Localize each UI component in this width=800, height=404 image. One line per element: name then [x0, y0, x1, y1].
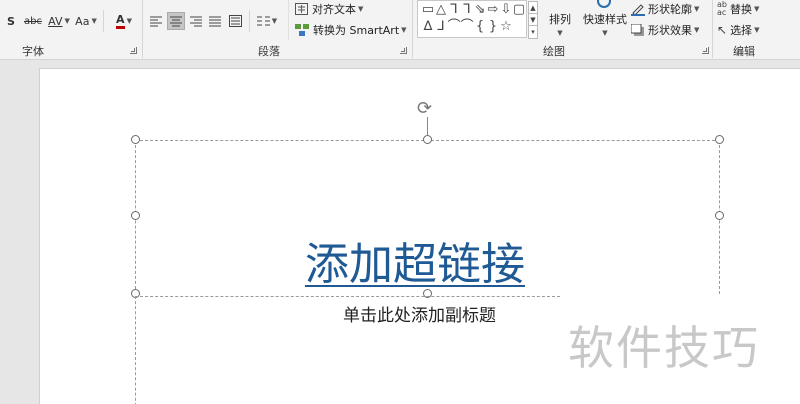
chevron-down-icon: ▼: [358, 5, 364, 13]
chevron-down-icon: ▼: [64, 17, 70, 25]
shape-gallery-item[interactable]: ☆: [499, 20, 513, 34]
character-spacing-button[interactable]: AV ▼: [46, 12, 72, 30]
subtitle-placeholder[interactable]: 单击此处添加副标题: [343, 301, 496, 326]
shape-gallery-item[interactable]: ⅂: [447, 3, 461, 17]
resize-handle-top-left[interactable]: [131, 135, 140, 144]
resize-handle-left[interactable]: [131, 211, 140, 220]
shape-gallery-item[interactable]: ⌒: [460, 20, 474, 34]
divider: [288, 0, 289, 40]
gallery-more-button[interactable]: ▾: [528, 25, 538, 39]
smartart-icon: [295, 24, 309, 36]
paragraph-dialog-launcher-icon[interactable]: [400, 47, 407, 54]
replace-button[interactable]: ab ac 替换 ▼: [717, 1, 759, 17]
change-case-button[interactable]: Aa ▼: [73, 12, 99, 30]
shape-gallery-item[interactable]: ⅃: [434, 20, 448, 34]
quick-styles-button[interactable]: 快速样式 ▼: [583, 11, 627, 37]
drawing-group-label: 绘图: [543, 45, 565, 58]
font-color-button[interactable]: A ▼: [110, 12, 138, 30]
shape-effects-label: 形状效果: [648, 24, 692, 37]
shape-effects-icon: [631, 23, 644, 36]
text-shadow-button[interactable]: S: [4, 12, 18, 30]
shape-outline-label: 形状轮廓: [648, 3, 692, 16]
chevron-down-icon: ▼: [557, 29, 563, 37]
shape-gallery-item[interactable]: ⇩: [499, 3, 513, 17]
shape-gallery-item[interactable]: ∆: [421, 20, 435, 34]
shadow-icon: S: [7, 14, 15, 28]
align-center-icon: [170, 16, 182, 26]
select-button[interactable]: ↖ 选择 ▼: [717, 22, 759, 38]
chevron-down-icon: ▼: [401, 26, 407, 34]
shape-gallery-item[interactable]: ⌒: [447, 20, 461, 34]
chevron-down-icon: ▼: [754, 26, 760, 34]
quick-styles-label: 快速样式: [583, 13, 627, 26]
columns-icon: [256, 16, 270, 25]
divider: [103, 10, 104, 32]
cursor-arrow-icon: ↖: [717, 23, 728, 37]
shape-gallery-item[interactable]: ▭: [421, 3, 435, 17]
chevron-down-icon: ▼: [753, 5, 760, 13]
shape-gallery-item[interactable]: ▢: [512, 3, 526, 17]
align-text-icon: [295, 3, 308, 15]
divider: [249, 10, 250, 32]
justify-icon: [209, 16, 221, 26]
shape-gallery-item[interactable]: ⇘: [473, 3, 487, 17]
rotate-handle-icon[interactable]: ⟳: [417, 98, 432, 119]
shape-outline-icon: [631, 3, 645, 16]
select-label: 选择: [730, 24, 753, 37]
shape-gallery-item[interactable]: ⅂: [460, 3, 474, 17]
font-group-label: 字体: [22, 45, 44, 58]
editing-group-label: 编辑: [733, 45, 755, 58]
strikethrough-icon: abc: [24, 15, 42, 27]
group-separator: [142, 0, 143, 58]
shape-gallery-item[interactable]: }: [486, 20, 500, 34]
shapes-gallery[interactable]: ▭ △ ⅂ ⅂ ⇘ ⇨ ⇩ ▢ ∆ ⅃ ⌒ ⌒{} ☆: [417, 0, 527, 38]
align-text-button[interactable]: 对齐文本 ▼: [295, 1, 363, 17]
replace-icon: ab ac: [717, 0, 727, 17]
align-left-icon: [150, 16, 162, 26]
align-right-button[interactable]: [188, 13, 204, 29]
paragraph-group-label: 段落: [258, 45, 280, 58]
strikethrough-button[interactable]: abc: [22, 12, 44, 30]
shape-gallery-item[interactable]: ⇨: [486, 3, 500, 17]
chevron-down-icon: ▼: [602, 29, 608, 37]
font-dialog-launcher-icon[interactable]: [130, 47, 137, 54]
chevron-down-icon: ▼: [694, 26, 700, 34]
shape-gallery-item[interactable]: {: [473, 20, 487, 34]
font-color-icon: A: [116, 13, 125, 29]
convert-smartart-button[interactable]: 转换为 SmartArt ▼: [295, 22, 407, 38]
chevron-down-icon: ▼: [694, 5, 700, 13]
ribbon: S abc AV ▼ Aa ▼ A ▼ 字体 ▼ 对齐文本 ▼ 转换为 Smar…: [0, 0, 800, 60]
shape-effects-button[interactable]: 形状效果 ▼: [631, 22, 699, 38]
title-hyperlink-text[interactable]: 添加超链接: [305, 228, 525, 292]
quick-styles-icon: [597, 0, 611, 8]
drawing-dialog-launcher-icon[interactable]: [702, 47, 709, 54]
align-right-icon: [190, 16, 202, 26]
chevron-down-icon: ▼: [91, 17, 97, 25]
character-spacing-icon: AV: [48, 14, 63, 28]
distributed-button[interactable]: [227, 13, 243, 29]
resize-handle-top-right[interactable]: [715, 135, 724, 144]
chevron-down-icon: ▼: [271, 17, 278, 25]
resize-handle-top[interactable]: [423, 135, 432, 144]
powerpoint-window: S abc AV ▼ Aa ▼ A ▼ 字体 ▼ 对齐文本 ▼ 转换为 Smar…: [0, 0, 800, 404]
shape-gallery-item[interactable]: △: [434, 3, 448, 17]
arrange-label: 排列: [549, 13, 571, 26]
arrange-button[interactable]: 排列 ▼: [549, 11, 571, 37]
chevron-down-icon: ▼: [126, 17, 132, 25]
distributed-icon: [228, 15, 242, 27]
columns-button[interactable]: ▼: [254, 13, 280, 29]
align-text-label: 对齐文本: [312, 3, 356, 16]
shape-outline-button[interactable]: 形状轮廓 ▼: [631, 1, 699, 17]
justify-button[interactable]: [207, 13, 223, 29]
replace-label: 替换: [729, 3, 752, 16]
watermark: 软件技巧: [568, 321, 760, 375]
align-left-button[interactable]: [148, 13, 164, 29]
align-center-button[interactable]: [167, 12, 185, 30]
convert-smartart-label: 转换为 SmartArt: [313, 24, 400, 37]
group-separator: [412, 0, 413, 58]
change-case-icon: Aa: [75, 14, 90, 28]
resize-handle-right[interactable]: [715, 211, 724, 220]
group-separator: [712, 0, 713, 58]
